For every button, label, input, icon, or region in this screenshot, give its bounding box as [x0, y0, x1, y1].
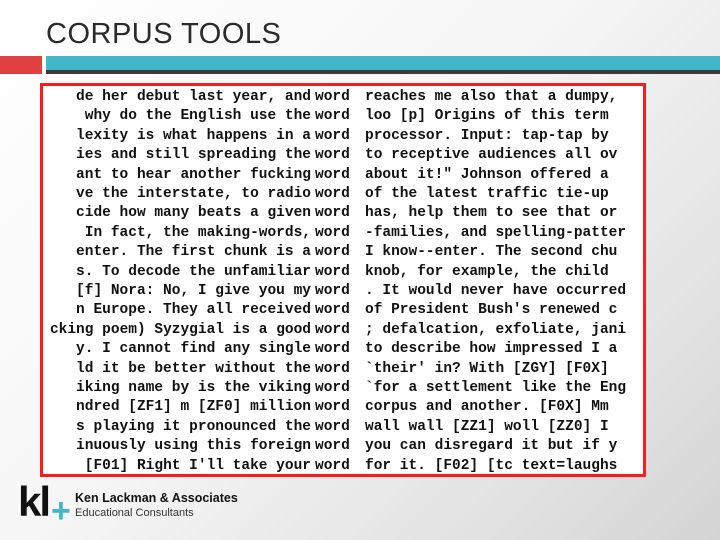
right-context: wall wall [ZZ1] woll [ZZ0] I: [365, 418, 609, 435]
keyword: word: [315, 380, 350, 396]
right-context: has, help them to see that or: [365, 205, 618, 222]
right-context: to describe how impressed I a: [365, 341, 618, 358]
left-context: why do the English use the: [76, 108, 311, 125]
right-context: loo [p] Origins of this term: [365, 108, 609, 125]
concordance-line: lexity is what happens in a word processor…: [43, 127, 643, 146]
keyword: word: [315, 341, 350, 358]
left-context: [F01] Right I'll take your: [84, 457, 311, 474]
left-context: iking name by is the viking: [76, 380, 311, 396]
concordance-line: In fact, the making-words, word -families,…: [43, 224, 643, 243]
keyword: word: [315, 108, 350, 125]
keyword: word: [315, 360, 350, 377]
keyword: word: [315, 321, 350, 338]
right-context: about it!" Johnson offered a: [365, 166, 609, 183]
concordance-panel: de her debut last year, and word reaches m…: [40, 83, 646, 477]
company-name: Ken Lackman & Associates: [75, 491, 238, 505]
right-context: processor. Input: tap-tap by: [365, 127, 609, 144]
left-context: cide how many beats a given: [76, 205, 311, 222]
keyword: word: [315, 457, 350, 474]
concordance-line: [f] Nora: No, I give you my word . It woul…: [43, 282, 643, 301]
keyword: word: [315, 399, 350, 416]
concordance-line: de her debut last year, and word reaches m…: [43, 88, 643, 107]
logo-plus-icon: +: [51, 492, 71, 530]
left-context: ies and still spreading the: [76, 147, 311, 164]
title-accent-block: [0, 56, 42, 74]
left-context: inuously using this foreign: [76, 438, 311, 455]
keyword: word: [315, 224, 350, 241]
left-context: n Europe. They all received: [76, 302, 311, 319]
right-context: ; defalcation, exfoliate, jani: [365, 321, 627, 338]
title-divider: [0, 56, 720, 74]
keyword: word: [315, 283, 350, 299]
left-context: ndred [ZF1] m [ZF0] million: [76, 399, 311, 416]
right-context: . It would never have occurred: [365, 283, 627, 299]
concordance-line: ld it be better without the word `their' i…: [43, 360, 643, 379]
keyword: word: [315, 418, 350, 435]
keyword: word: [315, 205, 350, 222]
company-tagline: Educational Consultants: [75, 507, 194, 519]
concordance-line: y. I cannot find any single word to descri…: [43, 340, 643, 359]
keyword: word: [315, 302, 350, 319]
keyword: word: [315, 186, 350, 202]
concordance-line: ies and still spreading the word to recept…: [43, 146, 643, 165]
concordance-line: cide how many beats a given word has, help…: [43, 204, 643, 223]
keyword: word: [315, 127, 350, 144]
concordance-line: n Europe. They all received word of Presid…: [43, 301, 643, 320]
company-logo: kl +: [18, 478, 74, 530]
concordance-line: ant to hear another fucking word about it!…: [43, 166, 643, 185]
left-context: cking poem) Syzygial is a good: [49, 321, 311, 338]
logo-letters: kl: [18, 478, 51, 525]
keyword: word: [315, 89, 350, 105]
left-context: s playing it pronounced the: [76, 418, 311, 435]
left-context: y. I cannot find any single: [76, 341, 311, 358]
slide-title: CORPUS TOOLS: [46, 18, 282, 50]
left-context: [f] Nora: No, I give you my: [76, 283, 311, 299]
concordance-line: cking poem) Syzygial is a good word ; defa…: [43, 321, 643, 340]
keyword: word: [315, 147, 350, 164]
title-rule-bar: [46, 56, 720, 74]
keyword: word: [315, 166, 350, 183]
concordance-line: s playing it pronounced the word wall wall…: [43, 418, 643, 437]
right-context: `for a settlement like the Eng: [365, 380, 627, 396]
right-context: of the latest traffic tie-up: [365, 186, 609, 202]
left-context: ld it be better without the: [76, 360, 311, 377]
right-context: to receptive audiences all ov: [365, 147, 618, 164]
right-context: -families, and spelling-patter: [365, 224, 627, 241]
concordance-line: ndred [ZF1] m [ZF0] million word corpus an…: [43, 398, 643, 417]
left-context: lexity is what happens in a: [76, 127, 311, 144]
left-context: In fact, the making-words,: [76, 224, 311, 241]
keyword: word: [315, 438, 350, 455]
concordance-line: enter. The first chunk is a word I know--e…: [43, 243, 643, 262]
concordance-line: s. To decode the unfamiliar word knob, for…: [43, 263, 643, 282]
right-context: knob, for example, the child: [365, 263, 609, 280]
right-context: reaches me also that a dumpy,: [365, 89, 618, 105]
left-context: ant to hear another fucking: [76, 166, 311, 183]
keyword: word: [315, 244, 350, 261]
concordance-line: [F01] Right I'll take your word for it. [F…: [43, 457, 643, 474]
concordance-line: why do the English use the word loo [p] Or…: [43, 107, 643, 126]
right-context: for it. [F02] [tc text=laughs: [365, 457, 618, 474]
right-context: of President Bush's renewed c: [365, 302, 618, 319]
right-context: you can disregard it but if y: [365, 438, 618, 455]
keyword: word: [315, 263, 350, 280]
concordance-line: ve the interstate, to radio word of the la…: [43, 185, 643, 204]
concordance-line: inuously using this foreign word you can d…: [43, 437, 643, 456]
right-context: `their' in? With [ZGY] [F0X]: [365, 360, 609, 377]
concordance-line: iking name by is the viking word `for a se…: [43, 379, 643, 398]
right-context: corpus and another. [F0X] Mm: [365, 399, 609, 416]
left-context: s. To decode the unfamiliar: [76, 263, 311, 280]
right-context: I know--enter. The second chu: [365, 244, 618, 261]
left-context: enter. The first chunk is a: [76, 244, 311, 261]
left-context: ve the interstate, to radio: [76, 186, 311, 202]
left-context: de her debut last year, and: [76, 89, 311, 105]
